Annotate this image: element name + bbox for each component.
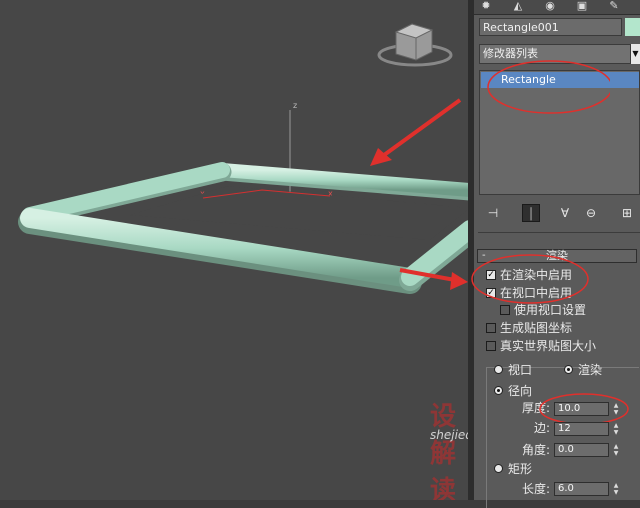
real-world-map-size-checkbox[interactable]: 真实世界贴图大小: [486, 338, 596, 354]
radio-label: 视口: [508, 363, 533, 377]
viewport-radio[interactable]: 视口: [494, 362, 532, 378]
show-end-result-icon[interactable]: ⏐: [522, 204, 540, 222]
watermark-logo: 设解读: [430, 402, 458, 500]
radio-icon: [494, 464, 503, 473]
checkbox-unchecked-icon: [486, 340, 496, 351]
length-spinner[interactable]: 6.0: [554, 482, 609, 496]
generate-mapping-coords-checkbox[interactable]: 生成贴图坐标: [486, 320, 572, 336]
sides-spinner[interactable]: 12: [554, 422, 609, 436]
checkbox-unchecked-icon: [486, 322, 496, 333]
modify-tab-icon[interactable]: ◭: [508, 0, 528, 12]
watermark-url: shejiedu.com: [430, 428, 468, 442]
radio-label: 径向: [508, 384, 533, 398]
modifier-stack[interactable]: Rectangle: [479, 60, 640, 195]
perspective-viewport[interactable]: z x x 设解读 shejie: [0, 0, 468, 500]
spinner-arrows-icon[interactable]: ▲ ▼: [612, 422, 620, 436]
sides-label: 边:: [533, 421, 550, 435]
renderer-radio[interactable]: 渲染: [564, 362, 602, 378]
hierarchy-tab-icon[interactable]: ◉: [540, 0, 560, 12]
angle-label: 角度:: [521, 443, 550, 457]
viewport-scene: z x x: [18, 23, 468, 294]
viewcube-icon: [377, 23, 453, 67]
chevron-down-icon[interactable]: ▼: [631, 44, 640, 64]
remove-modifier-icon[interactable]: ⊖: [582, 204, 600, 222]
spinner-arrows-icon[interactable]: ▲ ▼: [612, 482, 620, 496]
command-panel: ✹ ◭ ◉ ▣ ✎ Rectangle001 修改器列表 ▼ Rectangle…: [471, 0, 640, 508]
make-unique-icon[interactable]: ∀: [556, 204, 574, 222]
annotation-ellipse: [487, 60, 610, 114]
rendering-rollout: - 渲染 ✓ 在渲染中启用 ✓ 在视口中启用 使用视口设置 生成贴图坐标 真实世界贴图…: [471, 245, 640, 508]
spinner-arrows-icon[interactable]: ▲ ▼: [612, 443, 620, 457]
command-panel-tabs: ✹ ◭ ◉ ▣ ✎: [474, 0, 640, 15]
configure-modifier-sets-icon[interactable]: ⊞: [618, 204, 636, 222]
display-tab-icon[interactable]: ▣: [572, 0, 592, 12]
rectangle-tube-object: [18, 162, 468, 294]
angle-spinner[interactable]: 0.0: [554, 443, 609, 457]
radio-label: 渲染: [578, 363, 603, 377]
create-tab-icon[interactable]: ✹: [476, 0, 496, 12]
radio-selected-icon: [564, 365, 573, 374]
z-axis-label: z: [293, 101, 297, 110]
radial-radio[interactable]: 径向: [494, 383, 532, 399]
divider: [478, 232, 640, 233]
object-color-swatch[interactable]: [625, 18, 640, 36]
modifier-stack-toolbar: ⊣ ⏐ ∀ ⊖ ⊞: [474, 200, 640, 226]
utilities-tab-icon[interactable]: ✎: [604, 0, 624, 12]
radio-selected-icon: [494, 386, 503, 395]
radio-icon: [494, 365, 503, 374]
rectangular-radio[interactable]: 矩形: [494, 461, 532, 477]
checkbox-label: 生成贴图坐标: [500, 321, 573, 335]
checkbox-label: 真实世界贴图大小: [500, 339, 597, 353]
pin-stack-icon[interactable]: ⊣: [484, 204, 502, 222]
object-name-field[interactable]: Rectangle001: [479, 18, 622, 36]
radio-label: 矩形: [508, 462, 533, 476]
annotation-ellipse: [471, 254, 589, 304]
length-label: 长度:: [521, 482, 550, 496]
